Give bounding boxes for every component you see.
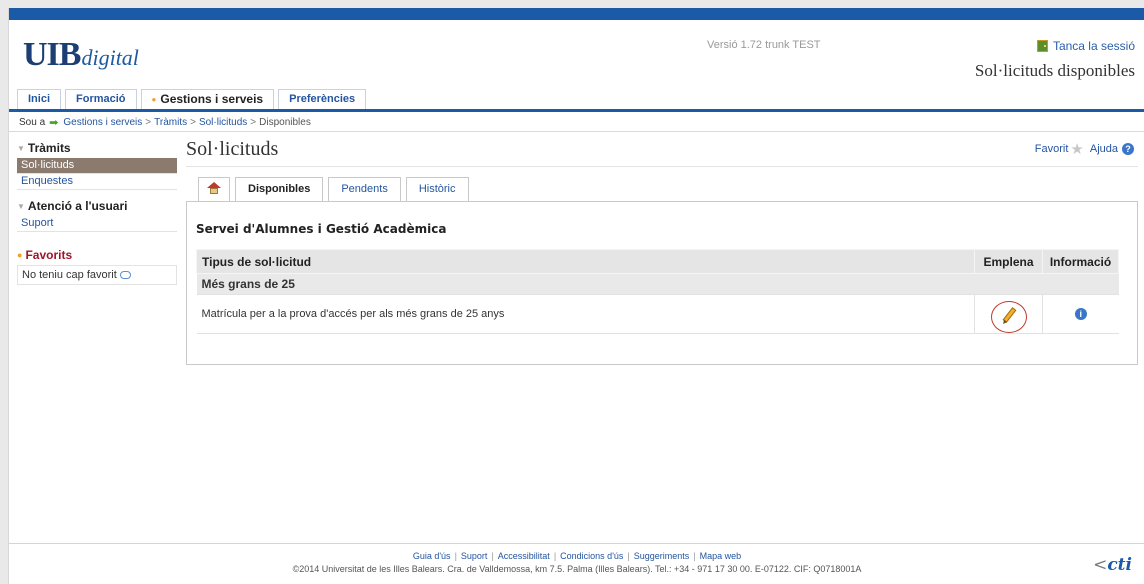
collapse-triangle-icon: ▼ — [17, 143, 25, 153]
content-title: Sol·licituds — [186, 138, 279, 160]
favorites-dot-icon: ● — [17, 250, 23, 260]
page: UIBdigital Versió 1.72 trunk TEST Tanca … — [8, 8, 1144, 584]
footer-link-accessibilitat[interactable]: Accessibilitat — [498, 551, 550, 561]
column-header-informacio: Informació — [1042, 249, 1119, 274]
breadcrumb-separator: > — [190, 117, 196, 128]
logout-label: Tanca la sessió — [1052, 39, 1135, 53]
sidebar-section-atencio[interactable]: ▼ Atenció a l'usuari — [17, 199, 177, 213]
help-icon[interactable]: ? — [1122, 143, 1134, 155]
green-arrow-icon: ➡ — [49, 117, 59, 129]
sidebar: ▼ Tràmits Sol·licituds Enquestes ▼ Atenc… — [17, 137, 177, 285]
breadcrumb-separator: > — [250, 117, 257, 128]
footer-link-suport[interactable]: Suport — [461, 551, 488, 561]
info-icon[interactable]: i — [1074, 308, 1087, 320]
top-bar — [9, 8, 1144, 20]
sidebar-section-label: Atenció a l'usuari — [27, 199, 128, 213]
favorites-empty: No teniu cap favorit — [17, 265, 177, 285]
table-row: Matrícula per a la prova d'accés per als… — [196, 294, 1119, 334]
table-group-row: Més grans de 25 — [196, 273, 1119, 295]
content-tools: Favorit ★ Ajuda ? — [1035, 140, 1134, 158]
info-cell: i — [1042, 294, 1119, 334]
sidebar-item-suport[interactable]: Suport — [17, 216, 177, 232]
nav-tab-gestions[interactable]: Gestions i serveis — [140, 89, 275, 109]
sidebar-item-enquestes[interactable]: Enquestes — [17, 174, 177, 190]
collapse-triangle-icon: ▼ — [17, 201, 25, 211]
breadcrumb-tramits[interactable]: Tràmits — [154, 117, 187, 128]
footer-link-mapa[interactable]: Mapa web — [700, 551, 742, 561]
help-link[interactable]: Ajuda — [1090, 143, 1118, 155]
breadcrumb-lead: Sou a — [19, 117, 46, 128]
service-title: Servei d'Alumnes i Gestió Acadèmica — [196, 222, 447, 236]
column-header-type: Tipus de sol·licitud — [196, 249, 975, 274]
table-header-row: Tipus de sol·licitud Emplena Informació — [196, 249, 1119, 274]
breadcrumb: Sou a ➡ Gestions i serveis > Tràmits > S… — [19, 116, 311, 129]
logo-main: UIB — [23, 36, 81, 73]
tab-historic[interactable]: Històric — [405, 177, 469, 201]
sidebar-section-favorits: ● Favorits — [17, 248, 177, 262]
favorites-empty-text: No teniu cap favorit — [22, 269, 117, 281]
request-type: Matrícula per a la prova d'accés per als… — [196, 294, 975, 334]
footer-link-suggeriments[interactable]: Suggeriments — [634, 551, 690, 561]
nav-tab-inici[interactable]: Inici — [17, 89, 62, 109]
footer-links: Guia d'ús | Suport | Accessibilitat | Condicio… — [412, 551, 742, 561]
column-header-emplena: Emplena — [974, 249, 1043, 274]
breadcrumb-current: Disponibles — [259, 117, 311, 128]
page-heading: Sol·licituds disponibles — [974, 61, 1135, 80]
request-tabs: Disponibles Pendents Històric — [198, 177, 474, 201]
footer-divider — [9, 543, 1144, 544]
footer-link-guia[interactable]: Guia d'ús — [413, 551, 451, 561]
speech-bubble-icon — [119, 271, 131, 279]
breadcrumb-divider — [9, 131, 1144, 132]
cti-logo[interactable]: <cti — [1093, 555, 1132, 575]
favorite-link[interactable]: Favorit — [1035, 143, 1069, 155]
breadcrumb-sollicituds[interactable]: Sol·licituds — [199, 117, 247, 128]
breadcrumb-gestions[interactable]: Gestions i serveis — [63, 117, 142, 128]
nav-divider — [9, 109, 1144, 112]
uib-digital-logo[interactable]: UIBdigital — [23, 36, 139, 74]
sidebar-item-sollicituds[interactable]: Sol·licituds — [17, 158, 177, 174]
logo-sub: digital — [81, 45, 139, 70]
nav-tab-preferencies[interactable]: Preferències — [278, 89, 367, 109]
favorites-title: Favorits — [25, 248, 73, 262]
version-label: Versió 1.72 trunk TEST — [707, 39, 821, 51]
sidebar-section-label: Tràmits — [27, 141, 71, 155]
footer: Guia d'ús | Suport | Accessibilitat | Condicio… — [9, 551, 1144, 574]
header: UIBdigital Versió 1.72 trunk TEST Tanca … — [9, 20, 1144, 88]
nav-tab-formacio[interactable]: Formació — [65, 89, 137, 109]
breadcrumb-separator: > — [145, 117, 152, 128]
title-divider — [186, 166, 1138, 167]
sidebar-section-tramits[interactable]: ▼ Tràmits — [17, 141, 177, 155]
fill-cell — [974, 294, 1043, 334]
home-icon — [207, 182, 221, 194]
footer-legal: ©2014 Universitat de les Illes Balears. … — [292, 564, 862, 574]
logout-door-icon — [1036, 40, 1048, 52]
requests-table: Tipus de sol·licitud Emplena Informació … — [196, 249, 1119, 334]
group-label: Més grans de 25 — [196, 273, 1119, 295]
tab-pendents[interactable]: Pendents — [328, 177, 401, 201]
tab-home[interactable] — [198, 177, 230, 201]
requests-box: Servei d'Alumnes i Gestió Acadèmica Tipu… — [186, 201, 1138, 365]
tab-disponibles[interactable]: Disponibles — [235, 177, 324, 201]
main-nav: Inici Formació Gestions i serveis Prefer… — [17, 89, 370, 109]
star-icon[interactable]: ★ — [1070, 140, 1083, 158]
requests-panel: Disponibles Pendents Històric Servei d'A… — [186, 173, 1138, 365]
cti-logo-text: cti — [1107, 555, 1132, 575]
fill-form-button[interactable] — [990, 301, 1027, 333]
footer-link-condicions[interactable]: Condicions d'ús — [560, 551, 623, 561]
logout-link[interactable]: Tanca la sessió — [1036, 39, 1135, 53]
